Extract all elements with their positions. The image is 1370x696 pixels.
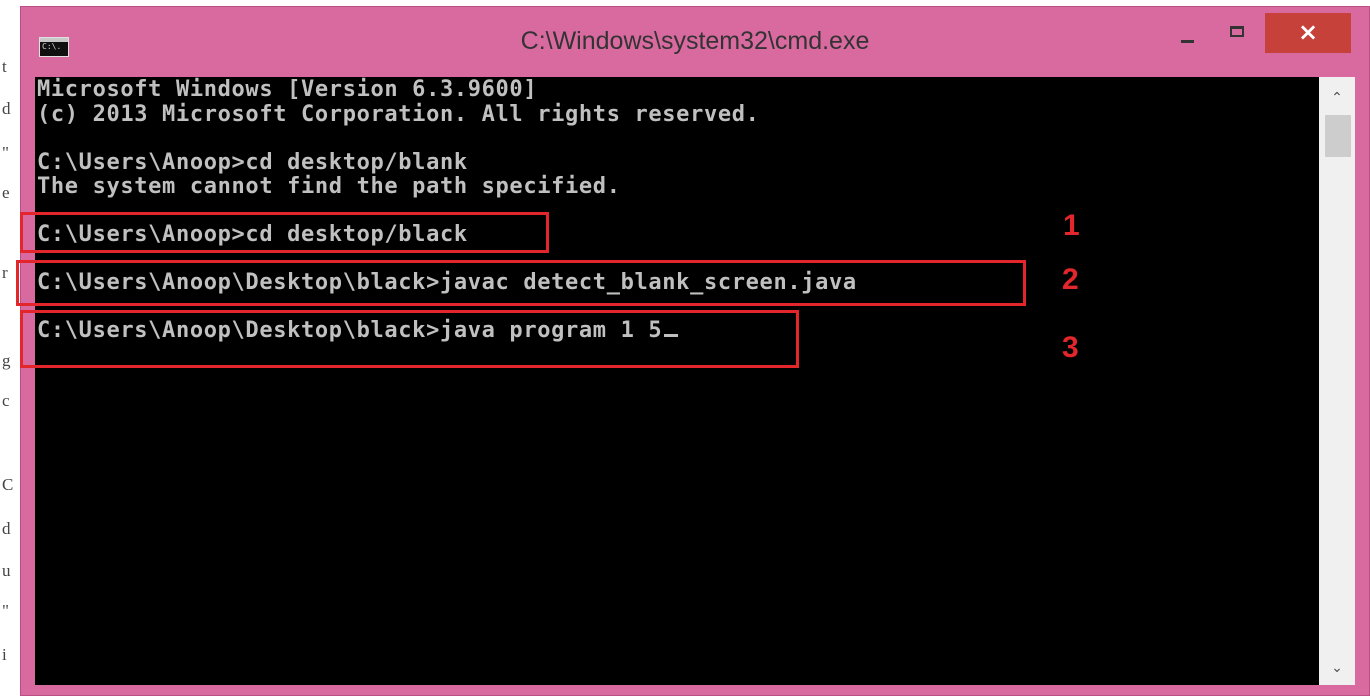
highlight-box-2 [16,260,1026,306]
annotation-number-3: 3 [1062,331,1079,364]
console-line: (c) 2013 Microsoft Corporation. All righ… [37,102,760,127]
background-text-fragment: u [2,561,11,580]
highlight-box-1 [20,212,549,253]
background-text-fragment: i [2,645,7,664]
scroll-up-button[interactable]: ⌃ [1319,83,1355,113]
highlight-box-3 [20,310,799,368]
maximize-icon [1230,26,1244,37]
maximize-button[interactable] [1217,13,1261,53]
background-text-fragment: r [2,263,8,282]
console-line: C:\Users\Anoop>cd desktop/blank [37,150,468,175]
close-icon: × [1297,18,1319,46]
scroll-thumb[interactable] [1325,115,1351,157]
vertical-scrollbar[interactable]: ⌃ ⌄ [1319,77,1355,685]
annotation-number-2: 2 [1062,263,1079,296]
title-bar[interactable]: C:\. C:\Windows\system32\cmd.exe × [21,7,1369,79]
console-output[interactable]: Microsoft Windows [Version 6.3.9600] (c)… [35,77,1319,685]
background-text-fragment: e [2,183,10,202]
down-arrow-icon: ⌄ [1331,660,1343,676]
minimize-icon [1181,40,1194,43]
background-text-fragment: " [2,143,9,162]
background-text-fragment: g [2,351,11,370]
up-arrow-icon: ⌃ [1331,90,1343,106]
annotation-number-1: 1 [1063,209,1080,242]
background-text-fragment: " [2,601,9,620]
console-line: The system cannot find the path specifie… [37,174,621,199]
background-text-fragment: C [2,475,14,494]
background-text-fragment: c [2,391,10,410]
minimize-button[interactable] [1165,13,1209,53]
background-text-fragment: t [2,57,7,76]
console-line: Microsoft Windows [Version 6.3.9600] [37,77,538,102]
scroll-down-button[interactable]: ⌄ [1319,653,1355,683]
close-button[interactable]: × [1265,13,1351,53]
background-text-fragment: d [2,519,11,538]
background-text-fragment: d [2,99,11,118]
